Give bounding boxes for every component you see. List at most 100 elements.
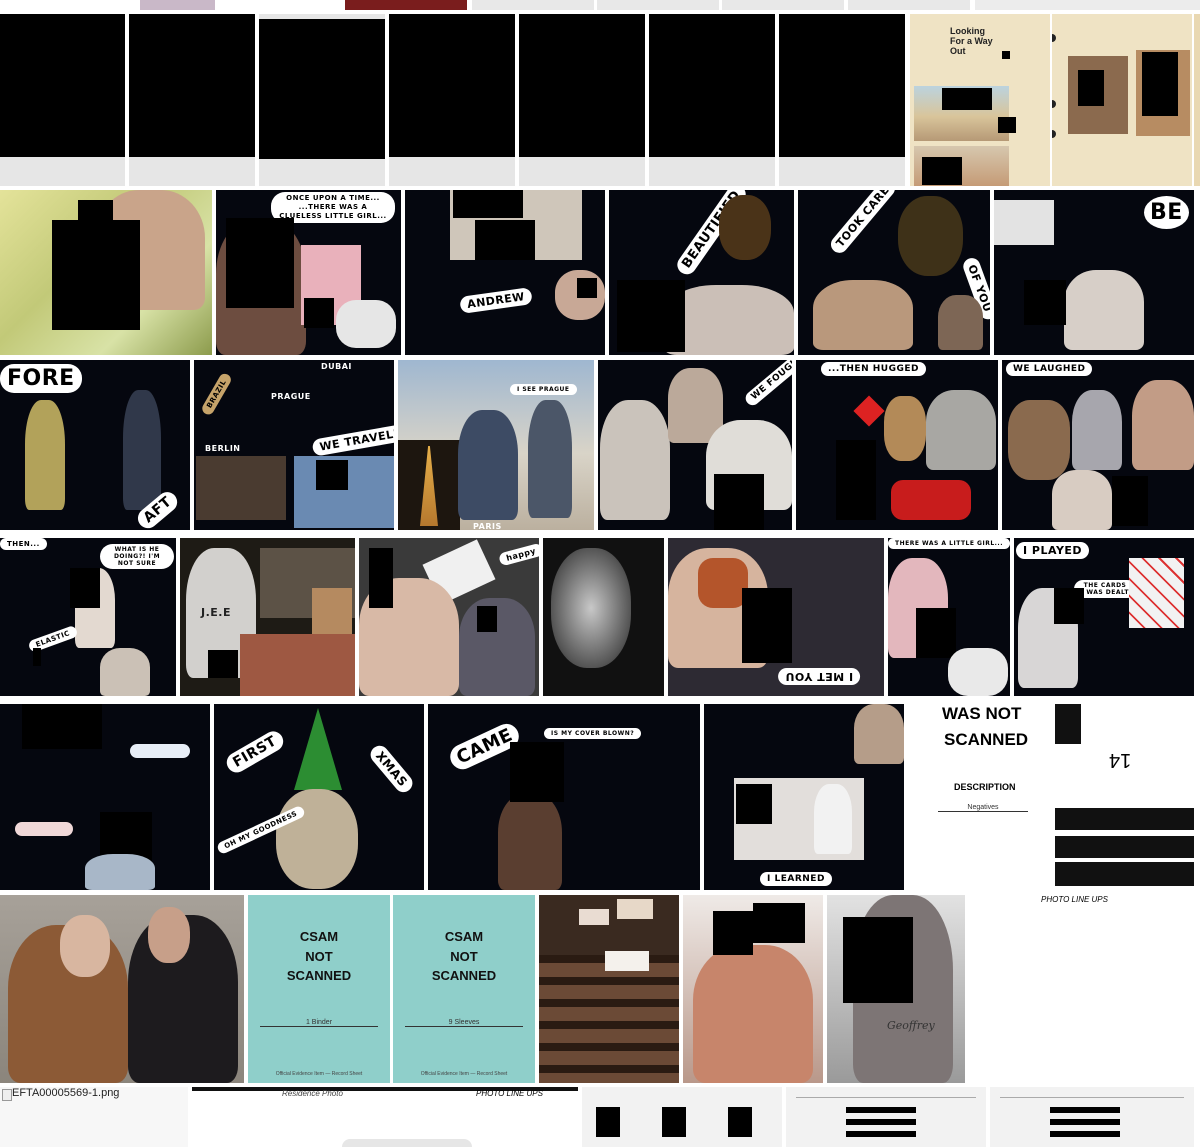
collage-we-laughed[interactable]: WE LAUGHED [1002, 360, 1194, 530]
collage-i-played[interactable]: I PLAYED THE CARDS I WAS DEALT [1014, 538, 1194, 696]
redaction-block [617, 280, 685, 352]
filmstrip [1055, 836, 1194, 858]
csam-label: CSAM [444, 929, 484, 944]
caption-dubai: DUBAI [321, 362, 352, 371]
lineup-sheet-2[interactable] [786, 1087, 986, 1147]
redacted-page-7[interactable] [779, 14, 905, 186]
redaction-block [0, 14, 125, 157]
redacted-page-1[interactable] [0, 14, 125, 186]
collage-then[interactable]: THEN... WHAT IS HE DOING?! I'M NOT SURE … [0, 538, 176, 696]
collage-fore-aft[interactable]: FORE AFT [0, 360, 190, 530]
collage-took-care[interactable]: TOOK CARE OF YOU [798, 190, 990, 355]
white-figure [948, 648, 1008, 696]
white-tape [617, 899, 653, 919]
redacted-page-3[interactable] [259, 14, 385, 186]
collage-happy[interactable]: happy [359, 538, 539, 696]
redaction-block [713, 911, 753, 955]
top-strip-thumb-4[interactable] [597, 0, 719, 10]
broken-image-alt: EFTA00005569-1.png [12, 1087, 120, 1099]
collage-jee[interactable]: J.E.E [180, 538, 355, 696]
collage-we-travelled[interactable]: BRAZIL PRAGUE DUBAI BERLIN WE TRAVELLED … [194, 360, 394, 530]
scanned-label: SCANNED [286, 968, 352, 983]
negatives-sheet[interactable]: 14 [1055, 704, 1194, 890]
scanned-label: SCANNED [431, 968, 497, 983]
caption-little-girl: THERE WAS A LITTLE GIRL... [888, 538, 1010, 549]
redaction-block [453, 190, 523, 218]
description-value: Negatives [938, 804, 1028, 812]
man-photo [100, 648, 150, 696]
photo-couple-stone-wall[interactable] [0, 895, 244, 1083]
top-strip-thumb-3[interactable] [472, 0, 594, 10]
redaction-block [259, 19, 385, 159]
redaction-block [1002, 51, 1010, 59]
item-count: 9 Sleeves [405, 1019, 523, 1027]
collage-beautified[interactable]: BEAUTIFIED [609, 190, 794, 355]
man-photo [854, 704, 904, 764]
csam-label: CSAM [299, 929, 339, 944]
playing-cards [1129, 558, 1184, 628]
redaction-block [714, 474, 764, 530]
caption-i-met-you: I MET YOU [778, 668, 861, 685]
collage-first-xmas[interactable]: FIRST XMAS OH MY GOODNESS [214, 704, 424, 890]
binder-ring [1052, 100, 1056, 108]
collage-andrew[interactable]: ANDREW [405, 190, 605, 355]
text-line [796, 1097, 976, 1098]
portrait-bw[interactable] [543, 538, 664, 696]
man-photo [1072, 390, 1122, 470]
caption-xmas: XMAS [366, 742, 417, 796]
man-photo [1064, 270, 1144, 350]
collage-little-girl[interactable]: THERE WAS A LITTLE GIRL... [888, 538, 1010, 696]
redaction-block [475, 220, 535, 260]
top-strip-thumb-5[interactable] [722, 0, 844, 10]
broken-image[interactable]: EFTA00005569-1.png [0, 1087, 188, 1147]
scrapbook-page-binder[interactable] [1052, 14, 1192, 186]
airplane-icon [15, 822, 73, 836]
redacted-page-4[interactable] [389, 14, 515, 186]
redaction-block [662, 1107, 686, 1137]
scrapbook-page-looking[interactable]: Looking For a Way Out [910, 14, 1050, 186]
negatives-contact-sheet[interactable] [539, 895, 679, 1083]
top-strip-thumb-6[interactable] [848, 0, 970, 10]
redaction-block [1050, 1131, 1120, 1137]
caption-i-learned: I LEARNED [760, 872, 832, 886]
lineup-sheet-1[interactable] [582, 1087, 782, 1147]
photo-geoffrey[interactable]: Geoffrey [827, 895, 965, 1083]
was-not-scanned-sheet[interactable]: WAS NOT SCANNED DESCRIPTION Negatives [908, 704, 1052, 890]
redacted-page-2[interactable] [129, 14, 255, 186]
collage-then-hugged[interactable]: ...THEN HUGGED [796, 360, 998, 530]
redaction-block [389, 14, 515, 157]
photo-embrace[interactable] [683, 895, 823, 1083]
woman-photo [693, 945, 813, 1083]
scrapbook-page-edge[interactable] [1194, 14, 1200, 186]
top-strip-thumb-7[interactable] [975, 0, 1200, 10]
redaction-block [728, 1107, 752, 1137]
caption-we-fought: WE FOUGHT [742, 360, 792, 409]
collage-once-upon-a-time[interactable]: ONCE UPON A TIME... ...THERE WAS A CLUEL… [216, 190, 401, 355]
photo-line-ups-sheet[interactable]: PHOTO LINE UPS [969, 895, 1194, 1083]
man-photo [926, 390, 996, 470]
collage-be[interactable]: BE [994, 190, 1194, 355]
csam-card-1[interactable]: CSAM NOT SCANNED 1 Binder Official Evide… [248, 895, 390, 1083]
was-not-label: WAS NOT [942, 704, 1022, 723]
redacted-page-6[interactable] [649, 14, 775, 186]
collage-i-met-you[interactable]: I MET YOU [668, 538, 884, 696]
footer-text: Official Evidence Item — Record Sheet [420, 1071, 508, 1077]
collage-we-fought[interactable]: WE FOUGHT [598, 360, 792, 530]
collage-i-learned[interactable]: I LEARNED [704, 704, 904, 890]
top-strip-thumb-1[interactable] [140, 0, 215, 10]
collage-came[interactable]: CAME IS MY COVER BLOWN? [428, 704, 700, 890]
collage-paris[interactable]: I SEE PRAGUE PARIS [398, 360, 594, 530]
redaction-block [846, 1107, 916, 1113]
teddy-bear-photo [884, 396, 926, 461]
couple-photo-2 [528, 400, 572, 518]
caption-paris: PARIS [473, 522, 502, 530]
collage-planes[interactable] [0, 704, 210, 890]
top-strip-thumb-2[interactable] [345, 0, 467, 10]
residence-sheet[interactable]: Residence Photo PHOTO LINE UPS [192, 1087, 578, 1147]
csam-card-2[interactable]: CSAM NOT SCANNED 9 Sleeves Official Evid… [393, 895, 535, 1083]
caption-what-is-he-doing: WHAT IS HE DOING?! I'M NOT SURE [100, 544, 174, 569]
redacted-page-5[interactable] [519, 14, 645, 186]
lineup-sheet-3[interactable] [990, 1087, 1194, 1147]
caption-then-hugged: ...THEN HUGGED [821, 362, 926, 376]
photo-couch-yellow[interactable] [0, 190, 212, 355]
